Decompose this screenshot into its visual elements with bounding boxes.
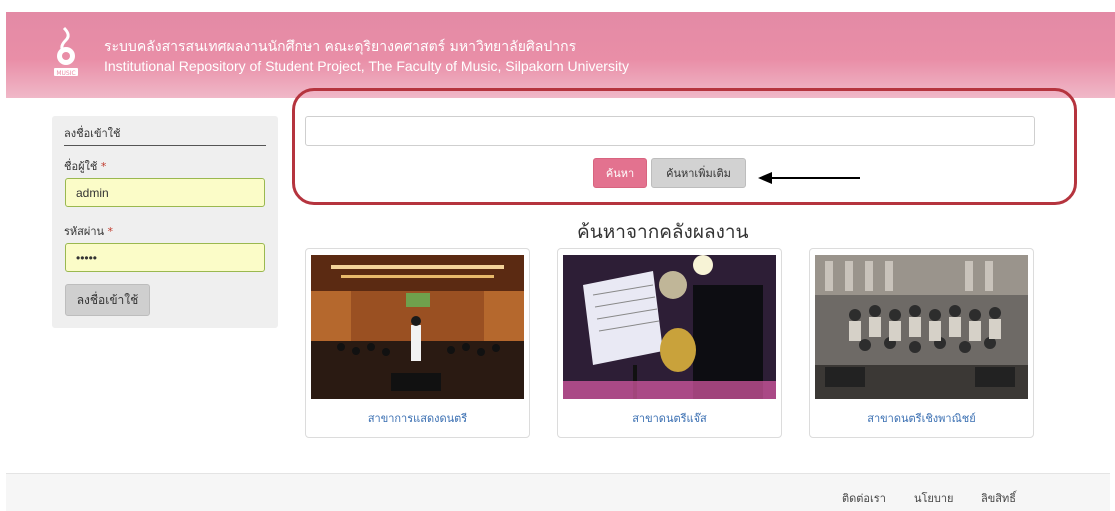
collection-image[interactable] <box>563 255 776 399</box>
username-field[interactable] <box>65 178 265 207</box>
collection-link-jazz[interactable]: สาขาดนตรีแจ๊ส <box>558 409 781 427</box>
site-title-english: Institutional Repository of Student Proj… <box>104 58 629 74</box>
advanced-search-button[interactable]: ค้นหาเพิ่มเติม <box>651 158 746 188</box>
login-title: ลงชื่อเข้าใช้ <box>64 127 121 140</box>
collections-heading: ค้นหาจากคลังผลงาน <box>577 221 749 243</box>
collection-card-commercial[interactable]: สาขาดนตรีเชิงพาณิชย์ <box>809 248 1034 438</box>
username-label: ชื่อผู้ใช้ * <box>64 157 106 175</box>
footer-link-copyright[interactable]: ลิขสิทธิ์ <box>981 489 1016 507</box>
collection-image[interactable] <box>311 255 524 399</box>
collection-card-jazz[interactable]: สาขาดนตรีแจ๊ส <box>557 248 782 438</box>
studio-group-image-icon <box>815 255 1028 399</box>
footer-link-policy[interactable]: นโยบาย <box>914 489 953 507</box>
music-logo-icon[interactable]: MUSIC <box>52 26 80 78</box>
login-button[interactable]: ลงชื่อเข้าใช้ <box>65 284 150 316</box>
site-footer: ติดต่อเรา นโยบาย ลิขสิทธิ์ <box>6 473 1110 511</box>
site-title-thai: ระบบคลังสารสนเทศผลงานนักศึกษา คณะดุริยาง… <box>104 39 577 55</box>
collection-card-performance[interactable]: สาขาการแสดงดนตรี <box>305 248 530 438</box>
collection-link-commercial[interactable]: สาขาดนตรีเชิงพาณิชย์ <box>810 409 1033 427</box>
search-button[interactable]: ค้นหา <box>593 158 647 188</box>
login-divider <box>64 145 266 146</box>
login-panel: ลงชื่อเข้าใช้ ชื่อผู้ใช้ * รหัสผ่าน * ลง… <box>52 116 278 328</box>
collection-image[interactable] <box>815 255 1028 399</box>
footer-link-contact[interactable]: ติดต่อเรา <box>842 489 886 507</box>
password-label: รหัสผ่าน * <box>64 222 113 240</box>
arrow-left-icon <box>758 172 860 184</box>
username-label-text: ชื่อผู้ใช้ <box>64 160 98 173</box>
password-label-text: รหัสผ่าน <box>64 225 105 238</box>
site-header: MUSIC ระบบคลังสารสนเทศผลงานนักศึกษา คณะด… <box>6 12 1115 98</box>
concert-hall-image-icon <box>311 255 524 399</box>
required-marker: * <box>100 160 107 173</box>
required-marker: * <box>107 225 114 238</box>
logo-text: MUSIC <box>56 70 75 77</box>
jazz-player-image-icon <box>563 255 776 399</box>
collection-link-performance[interactable]: สาขาการแสดงดนตรี <box>306 409 529 427</box>
password-field[interactable] <box>65 243 265 272</box>
search-input[interactable] <box>305 116 1035 146</box>
